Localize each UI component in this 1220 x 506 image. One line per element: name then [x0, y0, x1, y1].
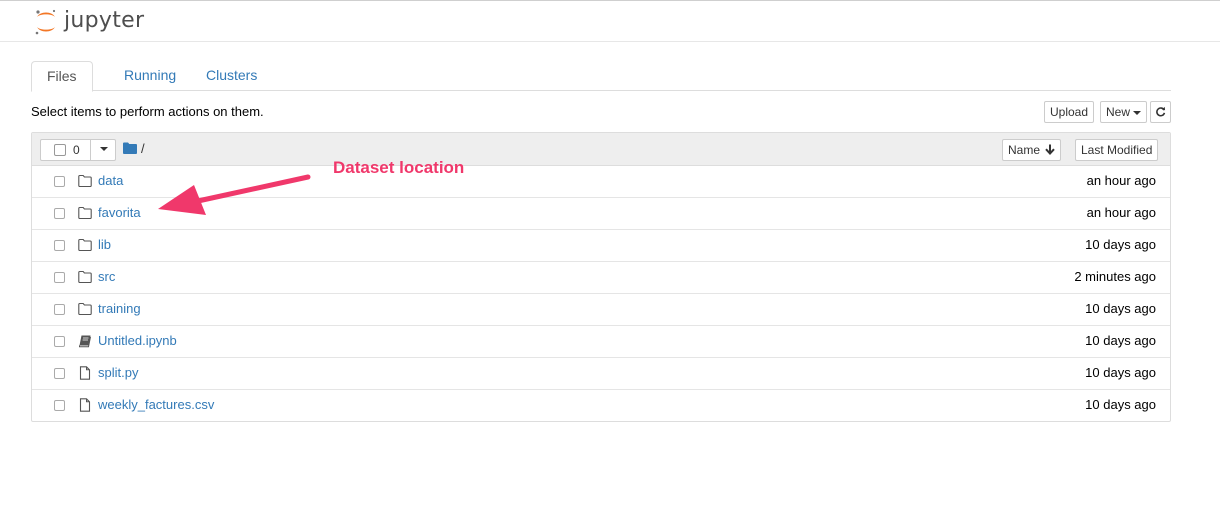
file-row[interactable]: weekly_factures.csv 10 days ago — [32, 390, 1170, 422]
file-list-header: 0 / Name Last Modified — [32, 133, 1170, 166]
last-modified: 10 days ago — [1085, 397, 1156, 412]
caret-down-icon — [1133, 110, 1142, 115]
annotation-arrow — [158, 174, 311, 215]
file-name-link[interactable]: split.py — [98, 365, 138, 380]
file-row[interactable]: lib 10 days ago — [32, 230, 1170, 262]
last-modified: 2 minutes ago — [1074, 269, 1156, 284]
row-checkbox[interactable] — [54, 240, 65, 251]
selected-count: 0 — [73, 143, 80, 157]
last-modified: an hour ago — [1086, 205, 1156, 220]
jupyter-logo-icon — [35, 9, 56, 35]
row-checkbox[interactable] — [54, 272, 65, 283]
folder-icon — [78, 174, 92, 188]
caret-down-icon — [100, 146, 108, 151]
file-name-link[interactable]: src — [98, 269, 115, 284]
row-checkbox[interactable] — [54, 368, 65, 379]
sort-by-last-modified-button[interactable]: Last Modified — [1075, 139, 1159, 161]
notebook-icon — [79, 335, 91, 348]
app-header: jupyter — [0, 1, 1220, 42]
row-checkbox[interactable] — [54, 400, 65, 411]
breadcrumb-root[interactable]: / — [141, 141, 145, 156]
upload-button[interactable]: Upload — [1044, 101, 1095, 123]
folder-icon — [78, 238, 92, 252]
file-icon — [79, 366, 91, 380]
new-button-label: New — [1106, 105, 1131, 119]
row-checkbox[interactable] — [54, 176, 65, 187]
selection-hint: Select items to perform actions on them. — [31, 104, 264, 119]
last-modified: 10 days ago — [1085, 237, 1156, 252]
folder-icon — [78, 270, 92, 284]
file-icon — [79, 398, 91, 412]
row-checkbox[interactable] — [54, 208, 65, 219]
select-all-checkbox[interactable] — [54, 144, 66, 156]
tab-files[interactable]: Files — [31, 61, 93, 92]
last-modified: 10 days ago — [1085, 333, 1156, 348]
file-name-link[interactable]: favorita — [98, 205, 141, 220]
folder-icon — [78, 206, 92, 220]
folder-icon[interactable] — [123, 142, 137, 154]
file-row[interactable]: training 10 days ago — [32, 294, 1170, 326]
sort-by-name-button[interactable]: Name — [1002, 139, 1062, 161]
last-modified: 10 days ago — [1085, 365, 1156, 380]
annotation-label: Dataset location — [333, 158, 465, 177]
sort-name-label: Name — [1008, 143, 1041, 157]
refresh-icon — [1156, 106, 1166, 117]
row-checkbox[interactable] — [54, 336, 65, 347]
select-all-control[interactable]: 0 — [40, 139, 116, 161]
file-name-link[interactable]: weekly_factures.csv — [98, 397, 214, 412]
new-button[interactable]: New — [1100, 101, 1148, 123]
file-row[interactable]: split.py 10 days ago — [32, 358, 1170, 390]
file-name-link[interactable]: training — [98, 301, 141, 316]
tab-bar: Files Running Clusters — [31, 61, 1171, 92]
tab-clusters[interactable]: Clusters — [191, 61, 272, 91]
last-modified: an hour ago — [1086, 173, 1156, 188]
file-name-link[interactable]: Untitled.ipynb — [98, 333, 177, 348]
row-checkbox[interactable] — [54, 304, 65, 315]
app-name: jupyter — [64, 7, 145, 33]
arrow-down-icon — [1045, 144, 1056, 155]
selection-dropdown-button[interactable] — [90, 139, 117, 161]
file-row[interactable]: src 2 minutes ago — [32, 262, 1170, 294]
file-name-link[interactable]: lib — [98, 237, 111, 252]
file-name-link[interactable]: data — [98, 173, 123, 188]
tab-running[interactable]: Running — [109, 61, 191, 91]
jupyter-logo[interactable]: jupyter — [34, 7, 144, 37]
last-modified: 10 days ago — [1085, 301, 1156, 316]
refresh-button[interactable] — [1150, 101, 1171, 123]
file-row[interactable]: Untitled.ipynb 10 days ago — [32, 326, 1170, 358]
folder-icon — [78, 302, 92, 316]
